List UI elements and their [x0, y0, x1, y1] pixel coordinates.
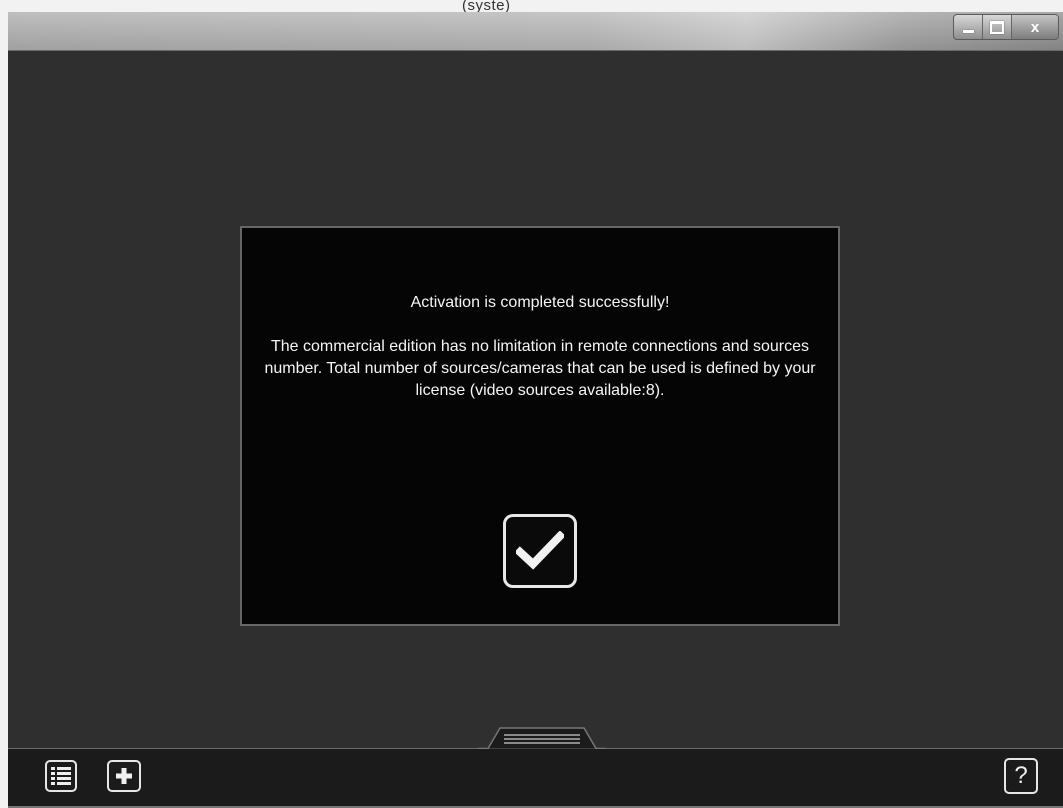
panel-drag-handle[interactable]	[478, 726, 606, 749]
help-button[interactable]: ?	[1004, 758, 1038, 794]
bottom-toolbar: ?	[8, 727, 1063, 808]
list-icon	[51, 767, 71, 785]
dialog-title: Activation is completed successfully!	[410, 294, 670, 311]
help-icon: ?	[1014, 762, 1028, 789]
dialog-message: The commercial edition has no limitation…	[264, 338, 816, 399]
confirm-button[interactable]	[503, 514, 577, 588]
minimize-icon	[962, 29, 974, 33]
main-content: Activation is completed successfully! Th…	[8, 51, 1063, 748]
close-icon: x	[1030, 18, 1040, 36]
activation-dialog: Activation is completed successfully! Th…	[240, 226, 840, 626]
list-view-button[interactable]	[45, 760, 77, 792]
close-button[interactable]: x	[1012, 15, 1058, 39]
plus-icon	[116, 768, 132, 784]
maximize-icon	[990, 20, 1004, 34]
window-controls: x	[953, 14, 1059, 40]
maximize-button[interactable]	[983, 15, 1012, 39]
add-source-button[interactable]	[107, 760, 141, 792]
title-bar-shading	[8, 12, 1063, 50]
title-bar[interactable]: x	[8, 12, 1063, 51]
checkmark-icon	[516, 531, 564, 570]
app-window: x Activation is completed successfully! …	[8, 12, 1063, 808]
screen: (syste) x Activation is completed succes…	[0, 0, 1063, 808]
background-window-title: (syste)	[462, 0, 511, 12]
minimize-button[interactable]	[954, 15, 983, 39]
